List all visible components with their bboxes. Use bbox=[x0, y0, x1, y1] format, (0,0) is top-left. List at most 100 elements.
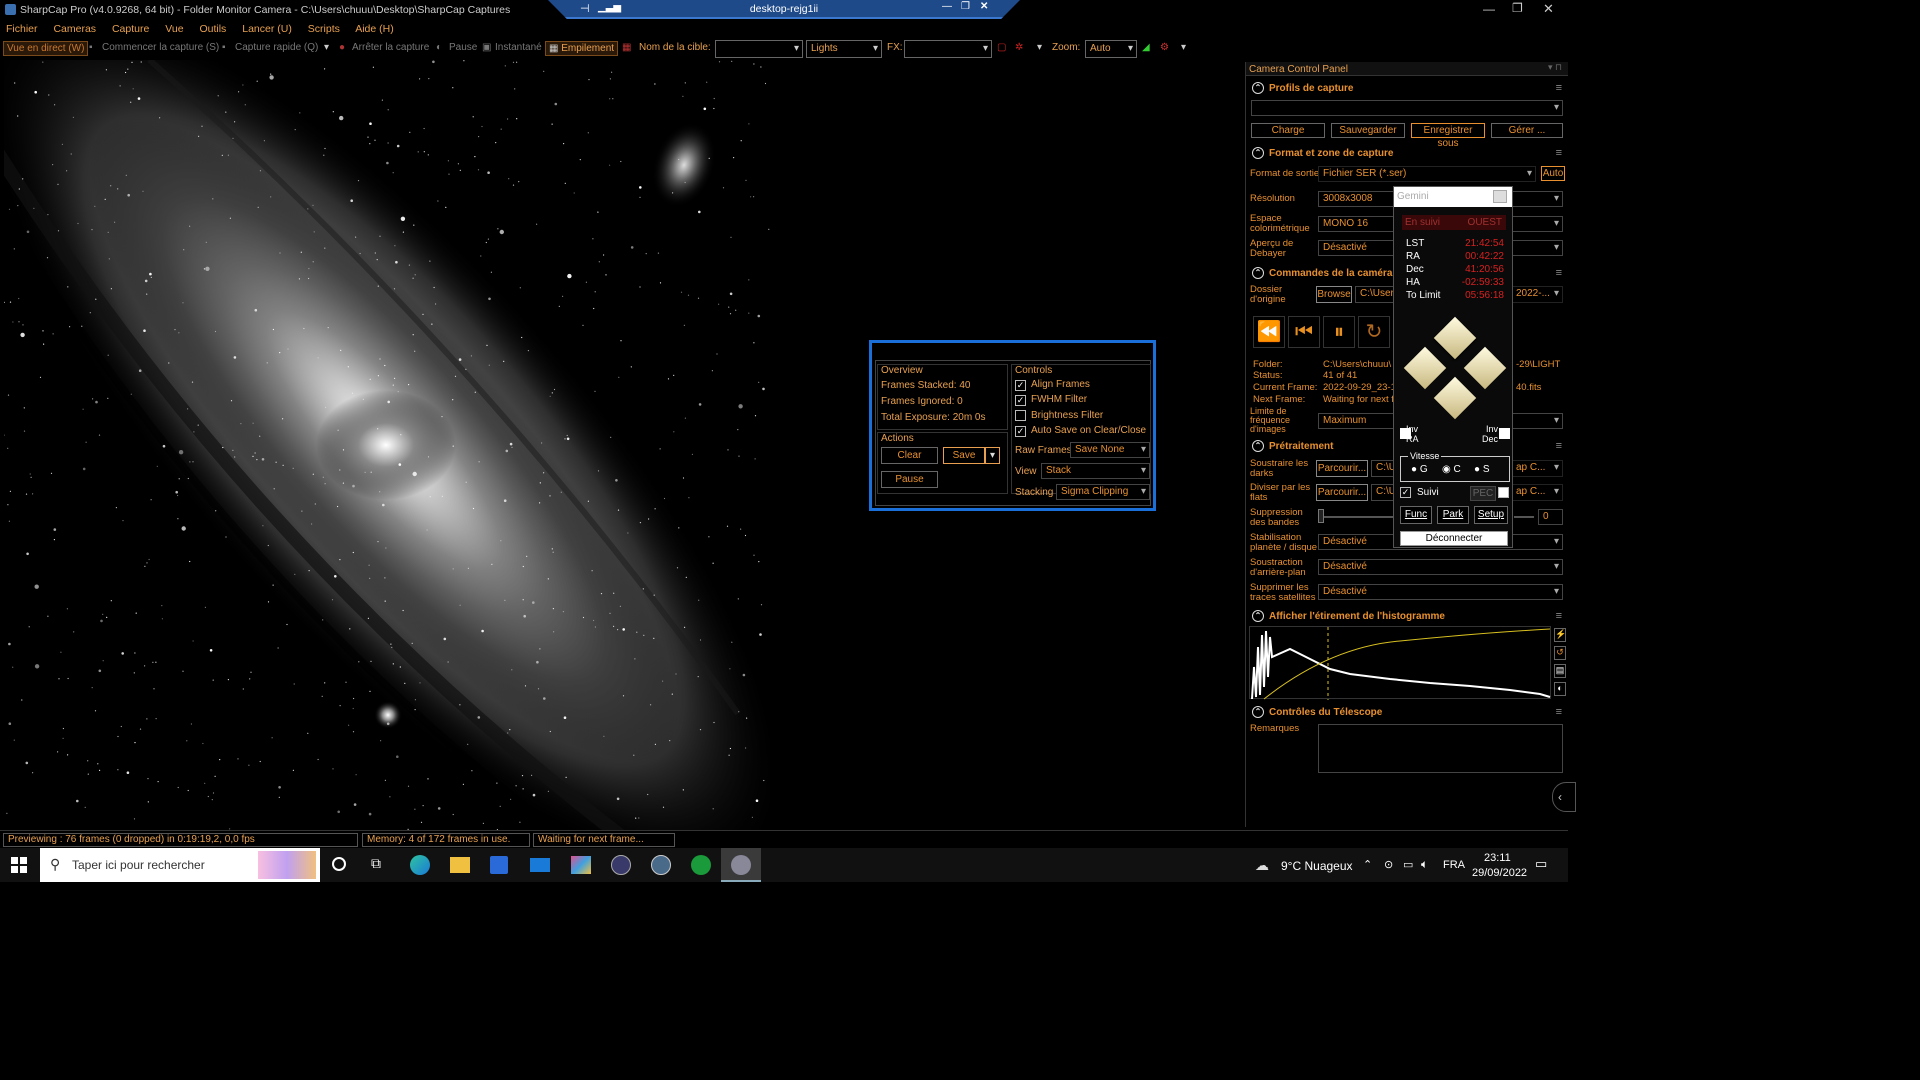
align-frames-checkbox[interactable]: ✓ bbox=[1015, 380, 1026, 391]
menu-cameras[interactable]: Cameras bbox=[53, 23, 96, 35]
collapse-icon[interactable]: ⌃ bbox=[1252, 147, 1264, 159]
menu-icon[interactable]: ≡ bbox=[1556, 267, 1562, 279]
speed-s-radio[interactable]: ● S bbox=[1474, 464, 1490, 475]
browse-button[interactable]: Browse bbox=[1316, 286, 1352, 303]
band-removal-slider-end[interactable] bbox=[1514, 516, 1534, 518]
snapshot-button[interactable]: Instantané bbox=[495, 42, 542, 53]
speed-c-radio[interactable]: ◉ C bbox=[1442, 464, 1461, 475]
contrast-icon[interactable]: ◐ bbox=[1554, 682, 1566, 696]
stacking-select[interactable]: Sigma Clipping bbox=[1056, 484, 1150, 500]
origin-folder-tail[interactable]: 2022-... bbox=[1511, 286, 1563, 303]
save-profile-button[interactable]: Sauvegarder bbox=[1331, 123, 1405, 138]
menu-aide[interactable]: Aide (H) bbox=[355, 23, 394, 35]
south-button[interactable] bbox=[1433, 376, 1477, 420]
pause-button[interactable]: Pause bbox=[449, 42, 477, 53]
menu-scripts[interactable]: Scripts bbox=[308, 23, 340, 35]
flats-browse-button[interactable]: Parcourir... bbox=[1316, 484, 1368, 501]
menu-icon[interactable]: ≡ bbox=[1556, 610, 1562, 622]
pause-playback-icon[interactable]: ⏸ bbox=[1323, 316, 1355, 348]
dropdown-icon[interactable]: ▾ bbox=[1181, 42, 1186, 53]
histogram-icon[interactable]: ◢ bbox=[1142, 42, 1150, 53]
speed-g-radio[interactable]: ● G bbox=[1411, 464, 1428, 475]
collapse-icon[interactable]: ⌃ bbox=[1252, 706, 1264, 718]
collapse-icon[interactable]: ⌃ bbox=[1252, 82, 1264, 94]
photos-icon[interactable] bbox=[571, 856, 591, 874]
flats-path[interactable]: C:\U bbox=[1371, 484, 1395, 501]
clock-date[interactable]: 29/09/2022 bbox=[1472, 867, 1527, 879]
dropdown-icon[interactable]: ▾ bbox=[1037, 42, 1042, 53]
band-removal-slider[interactable] bbox=[1319, 516, 1394, 518]
weather-text[interactable]: 9°C Nuageux bbox=[1281, 859, 1353, 873]
profiles-header[interactable]: ⌃ Profils de capture ≡ bbox=[1250, 80, 1566, 98]
menu-lancer[interactable]: Lancer (U) bbox=[242, 23, 292, 35]
explorer-icon[interactable] bbox=[450, 857, 470, 873]
auto-button[interactable]: Auto bbox=[1541, 166, 1565, 181]
start-capture-button[interactable]: Commencer la capture (S) bbox=[102, 42, 219, 53]
inv-dec-checkbox[interactable] bbox=[1499, 428, 1510, 439]
collapse-icon[interactable]: ⌃ bbox=[1252, 440, 1264, 452]
origin-folder-field[interactable]: C:\Users bbox=[1355, 286, 1395, 303]
darks-path[interactable]: C:\U bbox=[1371, 460, 1395, 477]
darks-browse-button[interactable]: Parcourir... bbox=[1316, 460, 1368, 477]
menu-icon[interactable]: ≡ bbox=[1556, 440, 1562, 452]
store-icon[interactable] bbox=[490, 856, 508, 874]
reset-icon[interactable]: ↺ bbox=[1554, 646, 1566, 660]
target-name-combo[interactable] bbox=[715, 40, 803, 58]
menu-vue[interactable]: Vue bbox=[165, 23, 183, 35]
phd-icon[interactable] bbox=[691, 855, 711, 875]
auto-save-checkbox[interactable]: ✓ bbox=[1015, 426, 1026, 437]
collapse-side-icon[interactable]: ‹ bbox=[1552, 782, 1576, 812]
clear-button[interactable]: Clear bbox=[881, 447, 938, 464]
telescope-header[interactable]: ⌃ Contrôles du Télescope ≡ bbox=[1250, 704, 1566, 722]
sharpcap-taskbar-icon[interactable] bbox=[651, 855, 671, 875]
output-format-select[interactable]: Fichier SER (*.ser) bbox=[1318, 166, 1536, 182]
menu-fichier[interactable]: Fichier bbox=[6, 23, 38, 35]
menu-icon[interactable]: ≡ bbox=[1556, 147, 1562, 159]
stacking-button[interactable]: ▦ Empilement bbox=[545, 41, 619, 56]
rd-close-icon[interactable]: ✕ bbox=[980, 1, 988, 12]
stretch-icon[interactable]: ⚡ bbox=[1554, 628, 1566, 642]
profile-select[interactable] bbox=[1251, 100, 1563, 116]
close-icon[interactable]: ✕ bbox=[1543, 1, 1554, 17]
skip-start-icon[interactable]: ⏮ bbox=[1288, 316, 1320, 348]
tray-app-icon[interactable]: ⊙ bbox=[1384, 858, 1393, 871]
quick-capture-button[interactable]: Capture rapide (Q) bbox=[235, 42, 318, 53]
brightness-filter-checkbox[interactable] bbox=[1015, 410, 1026, 421]
collapse-icon[interactable]: ⌃ bbox=[1252, 267, 1264, 279]
panel-pin-icon[interactable]: ▾ ⊓ bbox=[1548, 62, 1562, 73]
band-removal-value[interactable]: 0 bbox=[1538, 509, 1563, 525]
gear-icon[interactable]: ⚙ bbox=[1160, 42, 1169, 53]
manage-profiles-button[interactable]: Gérer ... bbox=[1491, 123, 1563, 138]
load-profile-button[interactable]: Charge bbox=[1251, 123, 1325, 138]
fx-combo[interactable] bbox=[904, 40, 992, 58]
save-dropdown-icon[interactable]: ▾ bbox=[985, 447, 1000, 464]
raw-frames-select[interactable]: Save None bbox=[1070, 442, 1150, 458]
notifications-icon[interactable]: ▭ bbox=[1535, 856, 1547, 872]
disconnect-button[interactable]: Déconnecter bbox=[1400, 531, 1508, 546]
live-view-button[interactable]: Vue en direct (W) bbox=[3, 41, 89, 56]
menu-icon[interactable]: ≡ bbox=[1556, 82, 1562, 94]
gemini-close-icon[interactable] bbox=[1493, 190, 1507, 203]
crosshair-icon[interactable]: ✲ bbox=[1015, 42, 1023, 53]
stop-capture-button[interactable]: Arrêter la capture bbox=[352, 42, 429, 53]
language-indicator[interactable]: FRA bbox=[1443, 859, 1465, 871]
save-button[interactable]: Save bbox=[943, 447, 985, 464]
menu-outils[interactable]: Outils bbox=[199, 23, 226, 35]
func-button[interactable]: Func bbox=[1400, 506, 1432, 524]
suivi-checkbox[interactable]: ✓ bbox=[1400, 487, 1411, 498]
clock-time[interactable]: 23:11 bbox=[1484, 852, 1511, 864]
refresh-icon[interactable]: ↻ bbox=[1358, 316, 1390, 348]
reticle-icon[interactable]: ▢ bbox=[997, 42, 1006, 53]
collapse-icon[interactable]: ⌃ bbox=[1252, 610, 1264, 622]
park-button[interactable]: Park bbox=[1437, 506, 1469, 524]
east-button[interactable] bbox=[1463, 346, 1507, 390]
darks-tail[interactable]: ap C... bbox=[1511, 460, 1563, 477]
fwhm-filter-checkbox[interactable]: ✓ bbox=[1015, 395, 1026, 406]
rd-minimize-icon[interactable]: — bbox=[942, 1, 952, 12]
setup-button[interactable]: Setup bbox=[1474, 506, 1508, 524]
save-as-profile-button[interactable]: Enregistrer sous bbox=[1411, 123, 1485, 149]
dropdown-icon[interactable]: ▾ bbox=[324, 42, 329, 53]
rd-restore-icon[interactable]: ❐ bbox=[961, 1, 970, 12]
notes-field[interactable] bbox=[1318, 724, 1563, 773]
format-header[interactable]: ⌃ Format et zone de capture ≡ bbox=[1250, 145, 1566, 163]
